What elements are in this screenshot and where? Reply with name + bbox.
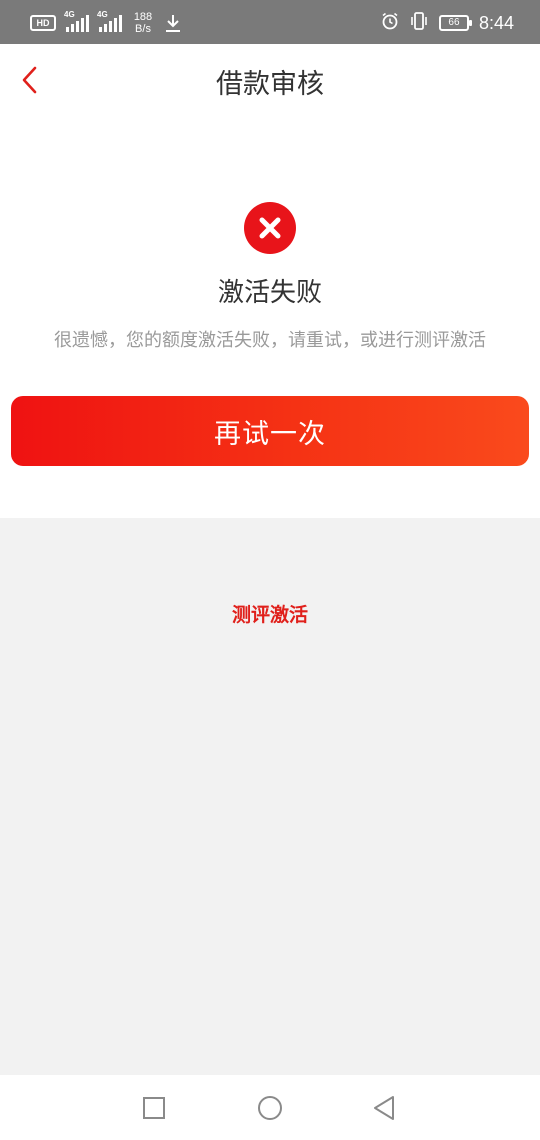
speed-unit: B/s [135, 23, 151, 35]
square-icon [143, 1097, 165, 1119]
status-bar: HD 4G 4G 188 B/s 66 8:44 [0, 0, 540, 44]
status-left: HD 4G 4G 188 B/s [30, 10, 182, 36]
result-section: 激活失败 很遗憾，您的额度激活失败，请重试，或进行测评激活 再试一次 [0, 120, 540, 518]
battery-indicator: 66 [438, 15, 472, 31]
system-nav-bar [0, 1075, 540, 1140]
app-header: 借款审核 [0, 44, 540, 120]
network-type-1: 4G [64, 10, 75, 19]
signal-bar-icon [66, 27, 69, 32]
close-circle-icon [244, 202, 296, 254]
loan-review-page: HD 4G 4G 188 B/s 66 8:44 借款审核 激活失败 很遗憾，您… [0, 0, 540, 1140]
signal-1: 4G [64, 10, 89, 32]
network-speed: 188 B/s [130, 11, 156, 35]
signal-bar-icon [86, 15, 89, 32]
evaluation-activate-link[interactable]: 测评激活 [0, 600, 540, 627]
vibrate-icon [409, 11, 429, 36]
status-right: 66 8:44 [381, 10, 514, 36]
hd-badge: HD [30, 15, 56, 31]
signal-bar-icon [99, 27, 102, 32]
network-type-2: 4G [97, 10, 108, 19]
triangle-left-icon [374, 1096, 394, 1120]
retry-button[interactable]: 再试一次 [11, 396, 529, 466]
clock: 8:44 [478, 12, 514, 33]
speed-value: 188 [133, 11, 153, 23]
signal-2: 4G [97, 10, 122, 32]
signal-bar-icon [109, 21, 112, 32]
result-title: 激活失败 [217, 278, 322, 308]
nav-back-button[interactable] [369, 1093, 399, 1123]
signal-bar-icon [76, 21, 79, 32]
recent-apps-button[interactable] [139, 1093, 169, 1123]
secondary-section: 测评激活 [0, 518, 540, 1075]
download-icon [164, 13, 182, 33]
signal-bar-icon [114, 18, 117, 32]
alarm-icon [381, 12, 399, 35]
signal-bar-icon [104, 24, 107, 32]
circle-icon [258, 1096, 282, 1120]
signal-bar-icon [71, 24, 74, 32]
signal-bar-icon [119, 15, 122, 32]
result-description: 很遗憾，您的额度激活失败，请重试，或进行测评激活 [54, 330, 486, 351]
page-title: 借款审核 [216, 69, 324, 100]
signal-bar-icon [81, 18, 84, 32]
home-button[interactable] [255, 1093, 285, 1123]
